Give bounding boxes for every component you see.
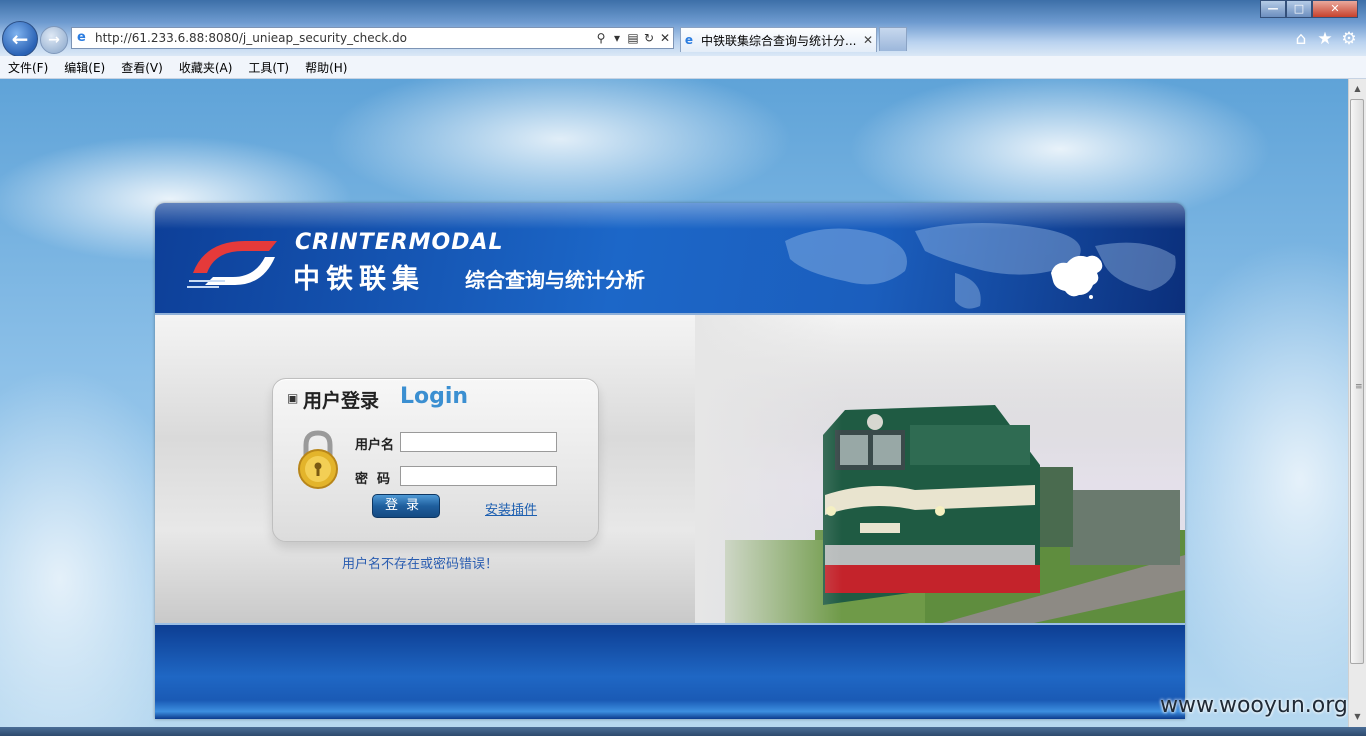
password-label: 密 码 [355,472,391,487]
arrow-left-icon: ← [11,27,29,51]
login-button[interactable]: 登录 [372,494,440,518]
ie-page-icon: e [77,30,86,45]
vertical-scrollbar[interactable]: ▲ ≡ ▼ [1348,79,1366,727]
menu-bar: 文件(F) 编辑(E) 查看(V) 收藏夹(A) 工具(T) 帮助(H) [0,56,1366,79]
system-subtitle: 综合查询与统计分析 [465,268,645,292]
arrow-right-icon: → [48,32,60,48]
login-form: ▣ 用户登录 Login 用户名 密 码 登录 安装插件 [272,378,599,542]
stop-icon[interactable]: ✕ [657,31,673,45]
username-label: 用户名 [355,438,395,453]
menu-tools[interactable]: 工具(T) [240,59,297,76]
grip-icon: ≡ [1355,382,1363,392]
username-input[interactable] [400,432,557,452]
address-url[interactable]: http://61.233.6.88:8080/j_unieap_securit… [95,31,593,45]
world-map-graphic [785,222,1176,309]
brand-chinese: 中铁联集 [293,264,425,295]
browser-tab[interactable]: e 中铁联集综合查询与统计分... ✕ [680,27,877,52]
scroll-thumb[interactable]: ≡ [1350,99,1364,664]
login-panel: CRINTERMODAL 中铁联集 综合查询与统计分析 ▣ 用户登录 Login… [155,203,1185,719]
brand-english: CRINTERMODAL [295,230,504,255]
china-map-icon [1051,255,1103,299]
train-photo [695,315,1185,625]
menu-favorites[interactable]: 收藏夹(A) [171,59,241,76]
login-title-en: Login [400,384,469,409]
favorites-star-icon[interactable]: ★ [1315,29,1335,49]
error-message: 用户名不存在或密码错误！ [342,557,499,572]
ie-tab-icon: e [684,33,694,47]
scroll-up-icon[interactable]: ▲ [1350,81,1365,97]
back-button[interactable]: ← [2,21,38,57]
gear-icon[interactable]: ⚙ [1339,29,1359,49]
tab-title: 中铁联集综合查询与统计分... [701,33,857,48]
password-input[interactable] [400,466,557,486]
padlock-icon [298,430,338,489]
bullet-icon: ▣ [287,391,299,405]
install-plugin-link[interactable]: 安装插件 [485,499,537,518]
search-icon[interactable]: ⚲ [593,31,609,45]
menu-help[interactable]: 帮助(H) [297,59,355,76]
page-viewport: CRINTERMODAL 中铁联集 综合查询与统计分析 ▣ 用户登录 Login… [0,79,1348,727]
forward-button[interactable]: → [40,26,68,54]
new-tab-button[interactable] [879,27,907,51]
browser-titlebar: ← → e http://61.233.6.88:8080/j_unieap_s… [0,0,1366,57]
menu-file[interactable]: 文件(F) [0,59,56,76]
compat-view-icon[interactable]: ▤ [625,31,641,45]
dropdown-icon[interactable]: ▾ [609,31,625,45]
login-content-area: ▣ 用户登录 Login 用户名 密 码 登录 安装插件 用户名不存在或密码错误… [155,313,1185,625]
menu-edit[interactable]: 编辑(E) [56,59,113,76]
tab-close-icon[interactable]: ✕ [860,33,876,47]
maximize-button[interactable]: □ [1286,0,1312,18]
footer-band [155,623,1185,719]
refresh-icon[interactable]: ↻ [641,31,657,45]
header-banner: CRINTERMODAL 中铁联集 综合查询与统计分析 [155,203,1185,313]
minimize-button[interactable]: — [1260,0,1286,18]
scroll-down-icon[interactable]: ▼ [1350,709,1365,725]
close-window-button[interactable]: ✕ [1312,0,1358,18]
windows-taskbar [0,727,1366,736]
login-title-cn: 用户登录 [303,390,380,412]
watermark: www.wooyun.org [1160,693,1348,718]
menu-view[interactable]: 查看(V) [113,59,171,76]
home-icon[interactable]: ⌂ [1291,29,1311,49]
cri-logo-icon [187,241,277,288]
address-bar[interactable]: e http://61.233.6.88:8080/j_unieap_secur… [71,27,674,49]
